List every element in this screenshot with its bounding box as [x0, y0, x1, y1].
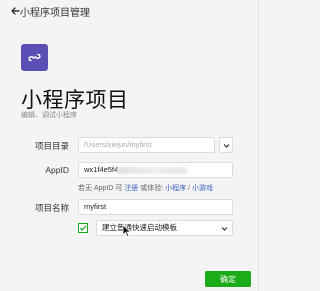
directory-field[interactable]: /Users/xiejun/myfirst: [78, 137, 215, 153]
project-name-field[interactable]: myfirst: [78, 199, 233, 215]
template-checkbox[interactable]: [78, 223, 88, 233]
directory-dropdown-button[interactable]: [219, 137, 233, 153]
appid-label: AppID: [45, 165, 69, 175]
hint-separator: /: [188, 185, 191, 192]
hint-middle: 或体验:: [140, 185, 164, 192]
window-edge: [258, 0, 259, 291]
chevron-down-icon: [221, 227, 228, 231]
directory-label: 项目目录: [34, 141, 69, 151]
template-select-value: 建立普通快速启动模板: [102, 223, 177, 232]
project-name-label: 项目名称: [34, 203, 69, 213]
appid-value: wx1f4e5f4: [84, 165, 119, 174]
template-select[interactable]: 建立普通快速启动模板: [96, 220, 233, 236]
page-subtitle: 编辑、调试小程序: [21, 112, 77, 119]
appid-field[interactable]: wx1f4e5f4: [78, 162, 233, 178]
miniprogram-logo-icon: [21, 44, 48, 71]
mouse-cursor-icon: [122, 224, 132, 238]
appid-redacted: [117, 167, 187, 174]
appid-hint: 若无 AppID 可 注册 或体验: 小程序 / 小游戏: [78, 183, 213, 193]
confirm-button[interactable]: 确定: [205, 271, 251, 287]
chevron-down-icon: [223, 143, 229, 148]
checkmark-icon: [79, 225, 87, 231]
header-title: 小程序项目管理: [20, 8, 90, 19]
top-bar: 小程序项目管理: [0, 0, 261, 22]
miniprogram-link[interactable]: 小程序: [165, 185, 186, 192]
hint-prefix: 若无 AppID 可: [78, 185, 123, 192]
register-link[interactable]: 注册: [124, 185, 138, 192]
minigame-link[interactable]: 小游戏: [192, 185, 213, 192]
